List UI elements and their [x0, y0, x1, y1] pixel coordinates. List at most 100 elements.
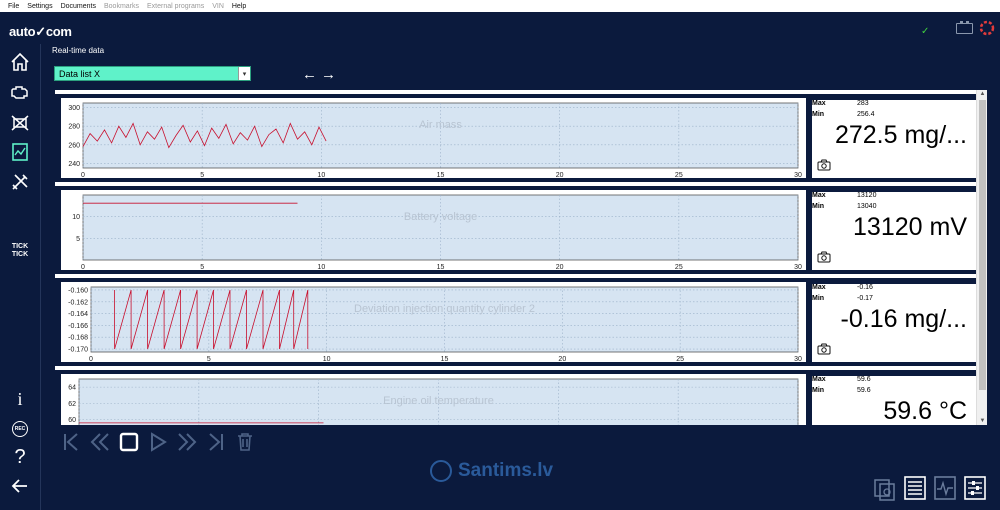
- camera-icon[interactable]: [817, 343, 831, 355]
- tick-label-line-2: TICK: [11, 251, 29, 258]
- delete-button[interactable]: [230, 429, 259, 455]
- y-tick-label: 62: [68, 401, 76, 408]
- max-label: Max: [812, 376, 826, 383]
- watermark-logo-icon: [430, 460, 452, 482]
- chart-svg-air-mass: 300 280 260 2400 5 10 15 20 25 30 Air mass: [68, 102, 802, 178]
- y-tick-label: -0.164: [68, 311, 88, 318]
- min-label: Min: [812, 387, 825, 394]
- connection-check-icon: ✓: [921, 26, 930, 37]
- trash-icon: [237, 433, 252, 451]
- list-view-button[interactable]: [903, 475, 927, 501]
- menu-bookmarks[interactable]: Bookmarks: [104, 3, 139, 10]
- x-tick-label: 30: [794, 264, 802, 270]
- battery-icon: [956, 21, 973, 34]
- emissions-button[interactable]: [8, 110, 32, 134]
- info-button[interactable]: i: [8, 387, 32, 411]
- menu-vin[interactable]: VIN: [212, 3, 224, 10]
- camera-icon[interactable]: [817, 251, 831, 263]
- min-value: 256.4: [857, 111, 875, 118]
- tick-tick-button[interactable]: TICK TICK: [6, 243, 34, 259]
- min-label: Min: [812, 203, 825, 210]
- y-tick-label: 64: [68, 385, 76, 392]
- realtime-data-button[interactable]: [8, 140, 32, 164]
- x-tick-label: 5: [200, 264, 204, 270]
- graph-view-button[interactable]: [933, 475, 957, 501]
- y-tick-label: 240: [68, 161, 80, 168]
- realtime-data-icon: [12, 143, 28, 161]
- chart-title: Battery voltage: [404, 211, 477, 223]
- home-button[interactable]: [8, 50, 32, 74]
- panel-engine-oil-temp: 64 62 60 58 Engine oil temperature Max 59.6 Min…: [55, 370, 976, 425]
- engine-button[interactable]: [8, 80, 32, 104]
- x-tick-label: 25: [676, 356, 684, 362]
- chart-battery-voltage[interactable]: 10 5 0 5 10 15 20 25 30 Battery voltage: [61, 190, 806, 270]
- min-label: Min: [812, 295, 825, 302]
- scroll-up-icon[interactable]: ▲: [979, 91, 986, 97]
- stop-button[interactable]: [114, 429, 143, 455]
- current-value: -0.16 mg/...: [840, 305, 967, 333]
- x-tick-label: 15: [441, 356, 449, 362]
- y-tick-label: 10: [72, 214, 80, 221]
- x-tick-label: 20: [558, 356, 566, 362]
- chart-svg-deviation-injection: -0.160 -0.162 -0.164 -0.166 -0.168 -0.1700 5 10…: [68, 286, 802, 362]
- list-nav-arrows[interactable]: ←→: [302, 66, 340, 83]
- menu-file[interactable]: File: [8, 3, 19, 10]
- camera-icon[interactable]: [817, 159, 831, 171]
- menu-documents[interactable]: Documents: [61, 3, 96, 10]
- fast-forward-button[interactable]: [172, 429, 201, 455]
- data-list-select[interactable]: Data list X ▾: [54, 66, 251, 81]
- back-button[interactable]: [8, 474, 32, 498]
- play-icon: [150, 432, 167, 452]
- vci-status-icon: [979, 20, 995, 36]
- stats-air-mass: Max 283 Min 256.4 272.5 mg/...: [812, 100, 976, 178]
- y-tick-label: 5: [76, 236, 80, 243]
- rewind-button[interactable]: [85, 429, 114, 455]
- chart-engine-oil-temp[interactable]: 64 62 60 58 Engine oil temperature: [61, 374, 806, 425]
- realtime-data-area: 300 280 260 240 0 5 10 15 20 25 30 Air mass Max 283 Mi…: [55, 90, 987, 425]
- x-tick-label: 20: [556, 264, 564, 270]
- skip-to-end-button[interactable]: [201, 429, 230, 455]
- x-tick-label: 30: [794, 356, 802, 362]
- y-tick-label: 60: [68, 417, 76, 424]
- snapshot-button[interactable]: [873, 475, 897, 501]
- min-value: -0.17: [857, 295, 873, 302]
- min-label: Min: [812, 111, 825, 118]
- scroll-thumb[interactable]: [979, 100, 986, 390]
- chart-deviation-injection[interactable]: -0.160 -0.162 -0.164 -0.166 -0.168 -0.170 0 5 10…: [61, 282, 806, 362]
- scroll-down-icon[interactable]: ▼: [979, 418, 986, 424]
- menu-external-programs[interactable]: External programs: [147, 3, 204, 10]
- current-value: 13120 mV: [853, 213, 967, 241]
- home-icon: [11, 52, 29, 71]
- play-button[interactable]: [143, 429, 172, 455]
- max-label: Max: [812, 100, 826, 107]
- chart-air-mass[interactable]: 300 280 260 240 0 5 10 15 20 25 30 Air mass: [61, 98, 806, 178]
- help-icon: ?: [14, 445, 26, 468]
- playback-controls: [56, 429, 259, 455]
- x-tick-label: 10: [323, 356, 331, 362]
- max-value: -0.16: [857, 284, 873, 291]
- x-tick-label: 15: [437, 172, 445, 178]
- x-tick-label: 10: [317, 172, 325, 178]
- x-tick-label: 25: [675, 172, 683, 178]
- tools-button[interactable]: [8, 170, 32, 194]
- y-tick-label: -0.166: [68, 323, 88, 330]
- skip-to-start-button[interactable]: [56, 429, 85, 455]
- x-tick-label: 5: [200, 172, 204, 178]
- menu-settings[interactable]: Settings: [27, 3, 52, 10]
- tools-icon: [12, 174, 28, 190]
- x-tick-label: 30: [794, 172, 802, 178]
- app-window: { "menu": { "file": "File", "settings": …: [0, 0, 1000, 510]
- menu-help[interactable]: Help: [232, 3, 246, 10]
- vertical-scrollbar[interactable]: ▲ ▼: [976, 90, 987, 425]
- rec-icon: REC: [12, 421, 28, 437]
- record-button[interactable]: REC: [8, 417, 32, 441]
- help-button[interactable]: ?: [8, 445, 32, 469]
- sidebar-divider: [40, 44, 41, 510]
- y-tick-label: -0.160: [68, 287, 88, 294]
- x-tick-label: 5: [207, 356, 211, 362]
- sidebar: TICK TICK i REC ?: [0, 40, 40, 510]
- settings-view-button[interactable]: [963, 475, 987, 501]
- y-tick-label: 280: [68, 124, 80, 131]
- min-value: 13040: [857, 203, 877, 210]
- chart-svg-engine-oil-temp: 64626058Engine oil temperature: [68, 378, 799, 425]
